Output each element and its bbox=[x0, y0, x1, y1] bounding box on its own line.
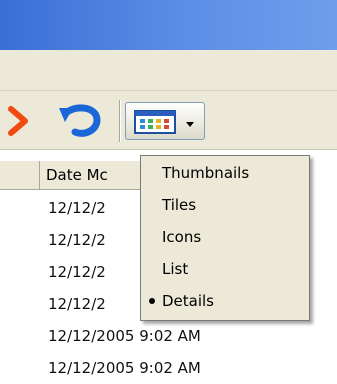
menu-item-details[interactable]: Details bbox=[141, 286, 309, 316]
toolbar-separator bbox=[119, 100, 121, 142]
menu-item-tiles[interactable]: Tiles bbox=[141, 190, 309, 220]
menu-bar bbox=[0, 50, 337, 91]
menu-item-list[interactable]: List bbox=[141, 254, 309, 284]
menu-item-label: Icons bbox=[162, 228, 202, 246]
column-header[interactable] bbox=[0, 161, 40, 189]
chevron-down-icon bbox=[186, 122, 194, 127]
window-title-bar bbox=[0, 0, 337, 50]
menu-item-label: List bbox=[162, 260, 189, 278]
list-item[interactable]: 12/12/2005 9:02 AM bbox=[48, 352, 201, 384]
selected-bullet-icon bbox=[149, 298, 155, 304]
views-dropdown-menu: Thumbnails Tiles Icons List Details bbox=[140, 155, 310, 321]
views-button[interactable] bbox=[125, 102, 205, 140]
delete-x-icon bbox=[8, 106, 28, 136]
menu-item-label: Details bbox=[162, 292, 215, 310]
delete-button[interactable] bbox=[0, 101, 42, 141]
undo-icon bbox=[59, 104, 101, 137]
menu-item-label: Tiles bbox=[162, 196, 197, 214]
views-grid-icon bbox=[134, 110, 176, 134]
toolbar bbox=[0, 91, 337, 150]
menu-item-icons[interactable]: Icons bbox=[141, 222, 309, 252]
menu-item-label: Thumbnails bbox=[162, 164, 250, 182]
menu-item-thumbnails[interactable]: Thumbnails bbox=[141, 158, 309, 188]
undo-button[interactable] bbox=[52, 101, 110, 141]
list-item[interactable]: 12/12/2005 9:02 AM bbox=[48, 320, 201, 352]
